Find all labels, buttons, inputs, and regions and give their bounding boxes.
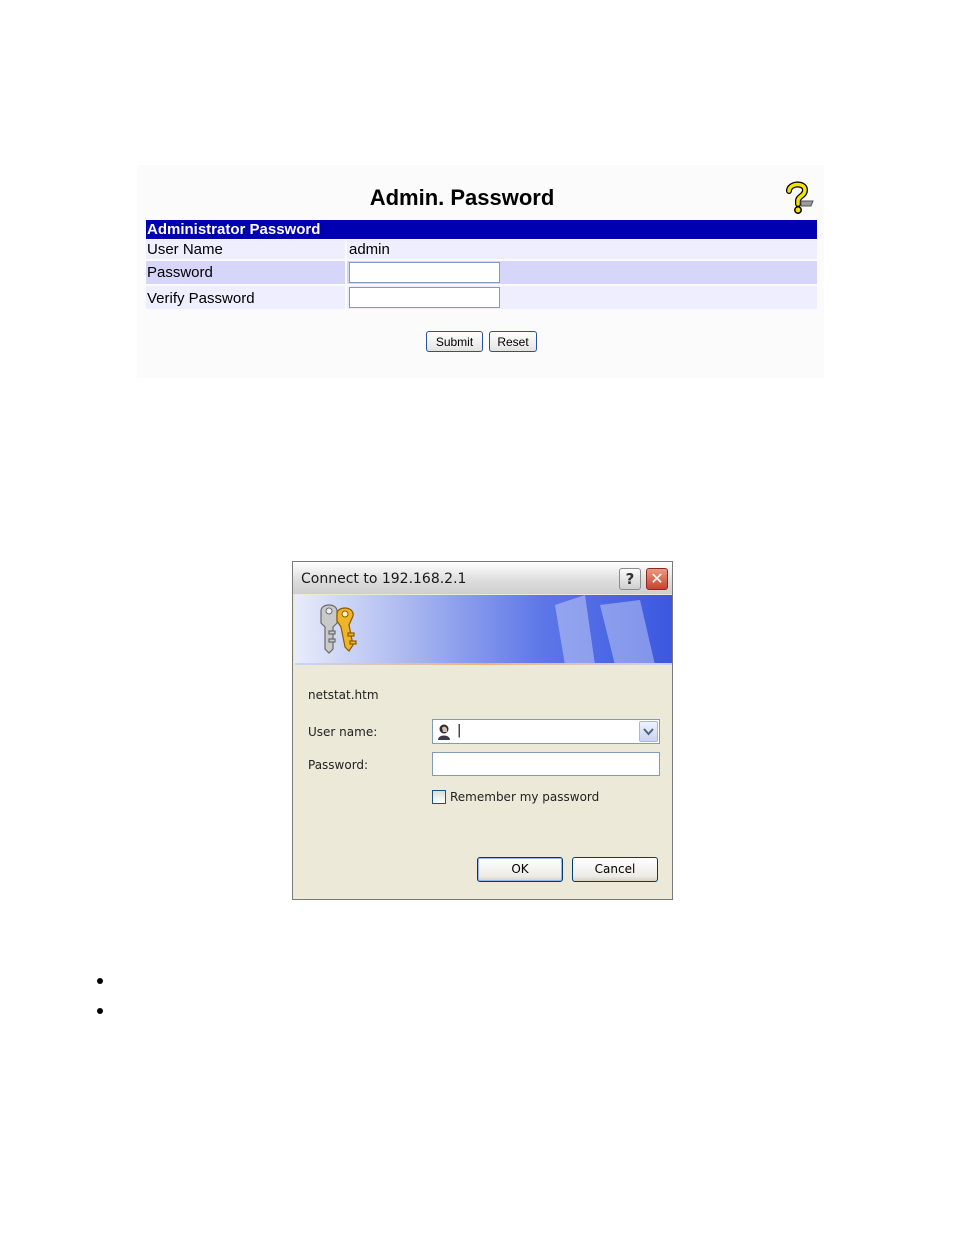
chevron-down-icon[interactable] [639, 721, 658, 742]
remember-password-label[interactable]: Remember my password [450, 790, 599, 804]
user-name-value: | [457, 723, 462, 738]
table-row-user-name: User Name admin [146, 240, 817, 259]
verify-password-input[interactable] [349, 287, 500, 308]
cancel-button[interactable]: Cancel [572, 857, 658, 882]
verify-password-label: Verify Password [147, 290, 255, 307]
section-header: Administrator Password [146, 220, 817, 239]
password-label: Password [147, 264, 213, 281]
keys-icon [320, 604, 357, 654]
password-field[interactable] [432, 752, 660, 776]
password-input[interactable] [349, 262, 500, 283]
bullet-marker [97, 978, 103, 984]
realm-text: netstat.htm [308, 688, 379, 702]
remember-password-checkbox[interactable] [432, 790, 446, 804]
table-row-password: Password [146, 261, 817, 284]
bullet-marker [97, 1008, 103, 1014]
dialog-close-button[interactable]: ✕ [646, 568, 668, 590]
user-name-combobox[interactable]: | [432, 719, 660, 744]
user-name-label: User name: [308, 725, 378, 739]
table-row-verify-password: Verify Password [146, 286, 817, 309]
dialog-title: Connect to 192.168.2.1 [301, 571, 467, 587]
dialog-titlebar[interactable]: Connect to 192.168.2.1 ? ✕ [293, 562, 672, 594]
user-name-value: admin [349, 241, 390, 258]
reset-button[interactable]: Reset [489, 331, 537, 352]
dialog-banner [295, 595, 672, 665]
banner-decoration [555, 595, 655, 665]
ok-button[interactable]: OK [477, 857, 563, 882]
dialog-help-button[interactable]: ? [619, 568, 641, 590]
submit-button[interactable]: Submit [426, 331, 483, 352]
page-title: Admin. Password [369, 185, 555, 210]
login-dialog: Connect to 192.168.2.1 ? ✕ netstat.htm U… [292, 561, 673, 900]
password-label: Password: [308, 758, 369, 772]
help-icon[interactable] [780, 179, 816, 215]
user-icon [438, 724, 450, 740]
admin-password-panel: Admin. Password Administrator Password U… [137, 165, 824, 378]
user-name-label: User Name [147, 241, 223, 258]
